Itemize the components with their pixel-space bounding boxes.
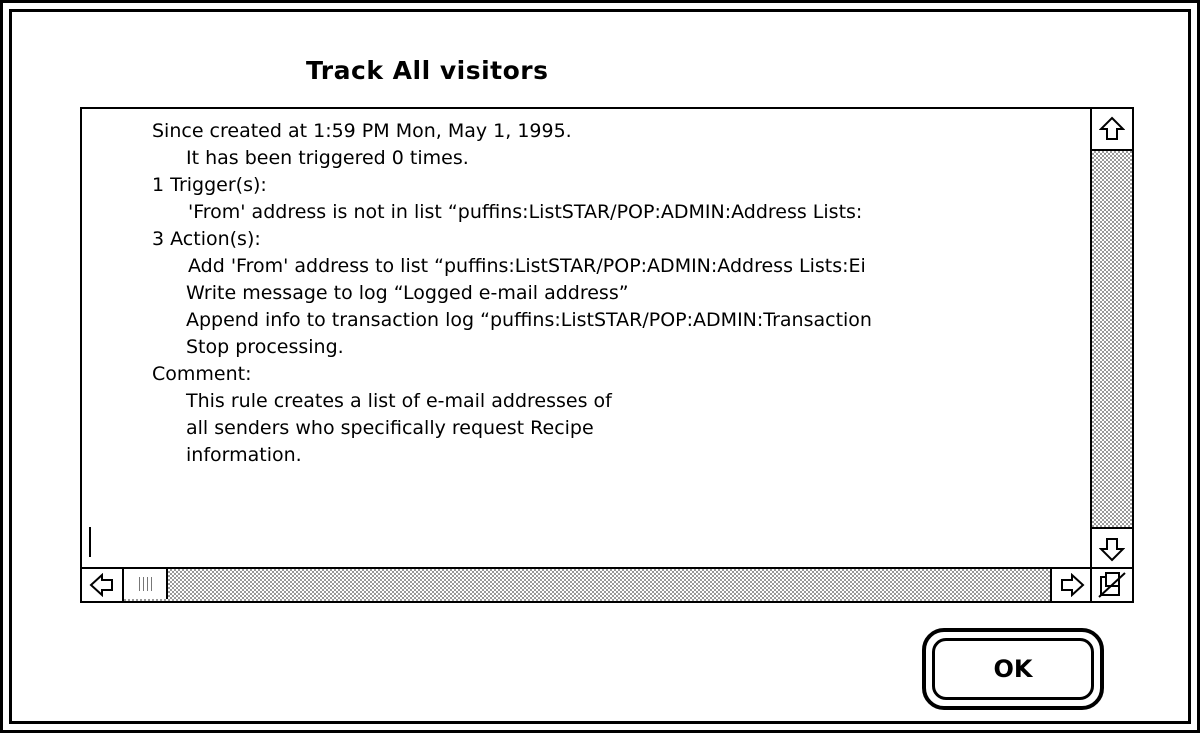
text-line-action-3: Append info to transaction log “puffins:… (186, 309, 872, 331)
rule-info-text-area[interactable]: Since created at 1:59 PM Mon, May 1, 199… (80, 107, 1134, 603)
text-line-comment-1: This rule creates a list of e-mail addre… (186, 390, 612, 412)
text-line-action-1: Add 'From' address to list “puffins:List… (188, 255, 866, 277)
ok-button[interactable]: OK (922, 628, 1104, 710)
horizontal-scroll-track[interactable] (122, 569, 1052, 601)
left-arrow-icon (89, 573, 113, 597)
text-line-triggered-count: It has been triggered 0 times. (186, 147, 469, 169)
scroll-left-button[interactable] (82, 569, 122, 601)
right-arrow-icon (1061, 573, 1085, 597)
ok-button-inner: OK (932, 638, 1094, 700)
text-line-actions-header: 3 Action(s): (152, 228, 261, 250)
vertical-scroll-track[interactable] (1092, 149, 1132, 529)
horizontal-scrollbar[interactable] (82, 567, 1092, 601)
down-arrow-icon (1099, 538, 1125, 562)
vertical-scrollbar[interactable] (1090, 109, 1132, 569)
text-line-action-4: Stop processing. (186, 336, 344, 358)
text-line-comment-2: all senders who specifically request Rec… (186, 417, 594, 439)
no-resize-icon (1098, 572, 1126, 598)
text-cursor (89, 527, 91, 557)
scroll-up-button[interactable] (1092, 109, 1132, 149)
text-line-created: Since created at 1:59 PM Mon, May 1, 199… (152, 120, 572, 142)
horizontal-scroll-thumb[interactable] (124, 569, 168, 599)
text-line-triggers-header: 1 Trigger(s): (152, 174, 267, 196)
scroll-right-button[interactable] (1052, 569, 1092, 601)
ok-button-label: OK (993, 655, 1033, 683)
text-content[interactable]: Since created at 1:59 PM Mon, May 1, 199… (82, 109, 1092, 569)
text-line-comment-3: information. (186, 444, 302, 466)
text-line-comment-header: Comment: (152, 363, 252, 385)
grip-icon (138, 577, 152, 591)
size-box (1090, 567, 1132, 601)
scroll-down-button[interactable] (1092, 529, 1132, 569)
text-line-action-2: Write message to log “Logged e-mail addr… (186, 282, 629, 304)
dialog-title: Track All visitors (306, 56, 549, 85)
up-arrow-icon (1099, 116, 1125, 140)
text-line-trigger-1: 'From' address is not in list “puffins:L… (188, 201, 863, 223)
